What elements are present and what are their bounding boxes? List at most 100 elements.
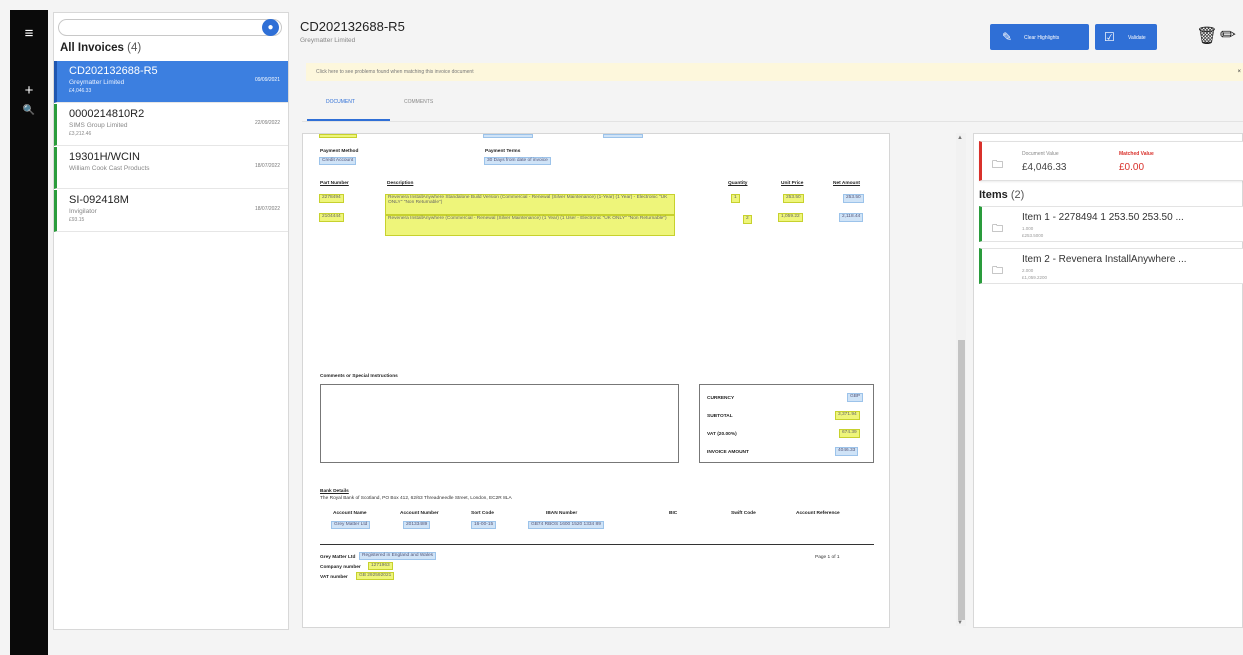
details-panel: 🗀 Document Value £4,046.33 Matched Value… [973,133,1243,628]
bank-col-reference: Account Reference [796,511,840,516]
checkbox-icon: ☑ [1104,30,1115,44]
subtotal-label: SUBTOTAL [707,414,733,419]
bank-address: The Royal Bank of Scotland, PO Box 412, … [320,496,512,501]
line-description[interactable]: Revenera InstallAnywhere (Commercial - R… [385,215,675,236]
clear-highlights-button[interactable]: ✎ Clear Highlights [990,24,1089,50]
invoice-amount: £3,212.46 [69,131,92,137]
invoice-amount: £4,046.33 [69,88,92,94]
item-name: Item 1 - 2278494 1 253.50 253.50 ... [1022,212,1184,223]
line-part-number[interactable]: 2278494 [319,194,344,203]
bank-col-iban: IBAN Number [546,511,578,516]
company-number-value[interactable]: 1271963 [368,562,393,570]
invoice-row-4[interactable]: SI-092418M Invigilator £93.15 18/07/2022 [54,190,288,232]
scroll-down-icon[interactable]: ▼ [957,620,963,626]
line-net-amount[interactable]: 2,118.44 [839,213,864,222]
invoice-date: 09/09/2021 [254,77,280,83]
page-number: Page 1 of 1 [815,555,840,560]
magnifier-icon: ● [267,22,274,33]
search-icon[interactable]: 🔍 [10,103,48,119]
scrollbar-thumb[interactable] [958,340,965,620]
problems-banner[interactable]: Click here to see problems found when ma… [306,63,1243,81]
folder-icon: 🗀 [992,159,1003,171]
item-quantity: 1.000 [1022,226,1034,231]
payment-method-label: Payment Method [320,149,359,154]
payment-method-value[interactable]: Credit Account [319,157,357,165]
invoice-date: 18/07/2022 [254,163,280,169]
vat-label: VAT (20.00%) [707,432,737,437]
highlight-field[interactable] [319,134,357,138]
validate-button[interactable]: ☑ Validate [1095,24,1157,50]
trash-icon[interactable]: 🗑 [1196,26,1218,46]
invoice-date: 18/07/2022 [254,206,280,212]
highlight-field[interactable] [603,134,643,138]
item-amount: £253.5000 [1022,233,1044,238]
invoice-document-viewer[interactable]: Payment Method Credit Account Payment Te… [302,133,890,628]
bank-details-label: Bank Details [320,489,349,494]
invoice-row-3[interactable]: 19301H/WCIN William Cook Cast Products 1… [54,147,288,189]
invoice-number: CD202132688-R5 [69,65,158,77]
invoice-number: 0000214810R2 [69,108,145,120]
invoice-list-panel: ● All Invoices (4) CD202132688-R5 Greyma… [53,12,289,630]
bank-account-name[interactable]: Grey Matter Ltd [331,521,371,529]
payment-terms-label: Payment Terms [485,149,521,154]
line-quantity[interactable]: 2 [743,215,752,224]
add-icon[interactable]: + [10,83,48,99]
line-unit-price[interactable]: 253.50 [783,194,804,203]
highlight-field[interactable] [483,134,533,138]
comments-label: Comments or Special Instructions [320,374,398,379]
line-description[interactable]: Revenera InstallAnywhere Standalone Buil… [385,194,675,215]
value-card[interactable]: 🗀 Document Value £4,046.33 Matched Value… [979,141,1243,181]
bank-account-number[interactable]: 20133489 [403,521,431,529]
invoice-row-2[interactable]: 0000214810R2 SIMS Group Limited £3,212.4… [54,104,288,146]
pencil-icon[interactable]: ✏ [1220,24,1236,47]
col-description: Description [387,181,414,186]
search-button[interactable]: ● [262,19,279,36]
currency-value[interactable]: GBP [847,393,864,402]
line-unit-price[interactable]: 1,059.22 [778,213,803,222]
close-icon[interactable]: × [1237,63,1241,81]
invoice-amount: £93.15 [69,217,85,223]
company-number-label: Company number [320,565,361,570]
menu-icon[interactable]: ≡ [10,26,48,42]
bank-sort-code[interactable]: 16-00-15 [471,521,497,529]
app: ≡ + 🔍 ● All Invoices (4) CD202132688-R5 … [0,0,1243,655]
line-net-amount[interactable]: 253.50 [843,194,864,203]
list-title: All Invoices (4) [60,42,142,54]
line-quantity[interactable]: 1 [731,194,740,203]
subtotal-value[interactable]: 3,371.94 [835,411,860,420]
document-value-label: Document Value [1022,151,1059,157]
tab-document[interactable]: DOCUMENT [326,99,355,105]
item-name: Item 2 - Revenera InstallAnywhere ... [1022,254,1187,265]
item-quantity: 2.000 [1022,268,1034,273]
payment-terms-value[interactable]: 30 Days from date of invoice [484,157,551,165]
tab-comments[interactable]: COMMENTS [404,99,433,105]
bank-col-swift: Swift Code [731,511,756,516]
col-quantity: Quantity [728,181,748,186]
invoice-supplier: SIMS Group Limited [69,122,128,129]
invoice-row-1[interactable]: CD202132688-R5 Greymatter Limited £4,046… [54,61,288,103]
footer-registered[interactable]: Registered in England and Wales [359,552,437,560]
bank-iban[interactable]: GB74 RBOS 1600 1520 1334 89 [528,521,604,529]
items-title: Items (2) [979,189,1025,201]
comments-box [320,384,679,463]
item-row-1[interactable]: 🗀 Item 1 - 2278494 1 253.50 253.50 ... 1… [979,206,1243,242]
currency-label: CURRENCY [707,396,735,401]
invoice-amount-label: INVOICE AMOUNT [707,450,749,455]
vat-value[interactable]: 674.39 [839,429,860,438]
line-part-number[interactable]: 2104444 [319,213,344,222]
item-amount: £1,059.2200 [1022,275,1048,280]
invoice-amount-value[interactable]: 4046.33 [835,447,859,456]
scroll-up-icon[interactable]: ▲ [957,135,963,141]
invoice-search-input[interactable] [58,19,282,36]
folder-icon: 🗀 [992,265,1003,277]
invoice-date: 22/09/2022 [254,120,280,126]
col-net-amount: Net Amount [833,181,861,186]
bank-col-sort-code: Sort Code [471,511,494,516]
invoice-supplier: William Cook Cast Products [69,165,150,172]
col-unit-price: Unit Price [781,181,804,186]
col-part-number: Part Number [320,181,349,186]
item-row-2[interactable]: 🗀 Item 2 - Revenera InstallAnywhere ... … [979,248,1243,284]
bank-col-bic: BIC [669,511,678,516]
invoice-number: SI-092418M [69,194,129,206]
vat-number-value[interactable]: GB 292592021 [356,572,395,580]
